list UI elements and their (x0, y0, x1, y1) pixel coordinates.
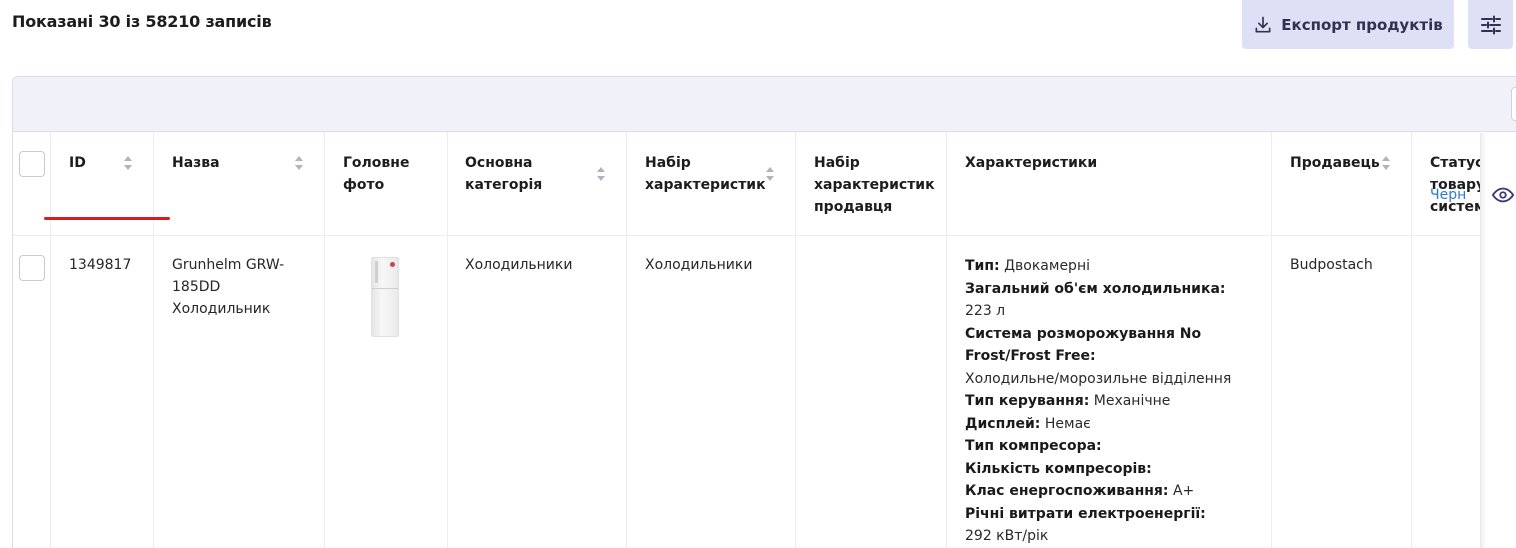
row-charset: Холодильники (645, 257, 753, 273)
row-name-line1: Grunhelm GRW- (172, 257, 285, 273)
col-name (154, 132, 325, 548)
export-products-button[interactable]: Експорт продуктів (1242, 0, 1454, 49)
header-seller-charset-line2: характеристик (814, 177, 935, 193)
header-status-line1: Статус (1430, 155, 1482, 171)
header-name-label: Назва (172, 155, 220, 171)
spec-label: Загальний об'єм холодильника: (965, 280, 1226, 297)
sort-arrows-icon[interactable] (1381, 155, 1391, 171)
spec-label: Дисплей: (965, 415, 1041, 432)
spec-label: Річні витрати електроенергії: (965, 505, 1206, 522)
spec-value: A+ (1168, 483, 1195, 499)
spec-value: 292 кВт/рік (965, 528, 1049, 544)
spec-value: Немає (1040, 415, 1091, 432)
products-table: ID Назва Головне фото Основна категорія … (12, 76, 1516, 548)
spec-line: Тип керування: Механічне (965, 390, 1265, 413)
col-id (51, 132, 154, 548)
header-divider (13, 235, 1516, 236)
row-name[interactable]: Grunhelm GRW- 185DD Холодильник (172, 254, 284, 320)
photo-handle-detail (375, 261, 378, 283)
header-seller-charset-line3: продавця (814, 199, 893, 215)
select-all-checkbox[interactable] (19, 151, 45, 177)
spec-line: Загальний об'єм холодильника: (965, 278, 1265, 301)
header-seller-charset: Набір характеристик продавця (814, 152, 935, 218)
spec-value: Холодильне/морозильне відділення (965, 370, 1232, 387)
records-count: Показані 30 із 58210 записів (12, 12, 272, 31)
spec-value: Механічне (1089, 393, 1171, 409)
spec-line: Холодильне/морозильне відділення (965, 368, 1265, 391)
sort-arrows-icon[interactable] (123, 155, 133, 171)
sort-arrows-icon[interactable] (765, 166, 775, 182)
spec-label: Тип компресора: (965, 438, 1102, 454)
header-name[interactable]: Назва (172, 152, 220, 174)
download-icon (1255, 16, 1271, 32)
header-seller[interactable]: Продавець (1290, 152, 1380, 174)
spec-line: Клас енергоспоживання: A+ (965, 480, 1265, 503)
header-id-label: ID (69, 155, 86, 171)
header-category-line2: категорія (465, 177, 543, 193)
export-button-label: Експорт продуктів (1281, 15, 1443, 34)
col-select (13, 132, 51, 548)
header-seller-label: Продавець (1290, 155, 1380, 171)
spec-line: Система розморожування No (965, 323, 1265, 346)
spec-line: Frost/Frost Free: (965, 345, 1265, 368)
annotation-underline (44, 217, 170, 220)
row-status-link[interactable]: Черн (1430, 187, 1466, 203)
sort-arrows-icon[interactable] (294, 155, 304, 171)
row-id: 1349817 (69, 257, 132, 273)
header-id[interactable]: ID (69, 152, 86, 174)
spec-line: Кількість компресорів: (965, 458, 1265, 481)
product-photo[interactable] (371, 257, 399, 337)
photo-door-split (372, 288, 398, 289)
spec-label: Frost/Frost Free: (965, 348, 1096, 364)
header-seller-charset-line1: Набір (814, 155, 860, 171)
header-category-line1: Основна (465, 155, 533, 171)
table-toolbar (13, 77, 1516, 132)
header-photo-line1: Головне (343, 155, 410, 171)
spec-label: Тип: (965, 258, 1000, 274)
row-category: Холодильники (465, 257, 573, 273)
sort-arrows-icon[interactable] (596, 166, 606, 182)
spec-label: Клас енергоспоживання: (965, 483, 1169, 499)
table-settings-button[interactable] (1468, 0, 1513, 49)
col-seller (1272, 132, 1412, 548)
row-checkbox[interactable] (19, 255, 45, 281)
header-charset-line2: характеристик (645, 177, 766, 193)
header-photo: Головне фото (343, 152, 409, 196)
row-characteristics: Тип: Двокамерні Загальний об'єм холодильн… (965, 255, 1265, 548)
spec-value: 223 л (965, 303, 1006, 319)
spec-label: Система розморожування No (965, 325, 1202, 342)
spec-label: Кількість компресорів: (965, 460, 1152, 477)
eye-icon[interactable] (1492, 184, 1514, 206)
spec-line: Тип: Двокамерні (965, 255, 1265, 278)
header-charset-line1: Набір (645, 155, 691, 171)
row-name-line2: 185DD (172, 279, 221, 295)
spec-line: 292 кВт/рік (965, 525, 1265, 548)
spec-line: Тип компресора: (965, 435, 1265, 458)
spec-value: Двокамерні (999, 258, 1090, 274)
spec-line: 223 л (965, 300, 1265, 323)
header-charset[interactable]: Набір характеристик (645, 152, 766, 196)
toolbar-edge-control[interactable] (1511, 87, 1516, 121)
header-category[interactable]: Основна категорія (465, 152, 542, 196)
row-seller: Budpostach (1290, 257, 1373, 273)
header-status: Статус товару систем (1430, 152, 1482, 218)
spec-line: Дисплей: Немає (965, 413, 1265, 436)
header-characteristics: Характеристики (965, 152, 1097, 174)
spec-line: Річні витрати електроенергії: (965, 503, 1265, 526)
spec-label: Тип керування: (965, 393, 1090, 409)
header-characteristics-label: Характеристики (965, 155, 1098, 171)
row-name-line3: Холодильник (172, 301, 271, 317)
header-photo-line2: фото (343, 177, 385, 193)
photo-logo-detail (390, 262, 395, 267)
sliders-icon (1480, 15, 1501, 34)
